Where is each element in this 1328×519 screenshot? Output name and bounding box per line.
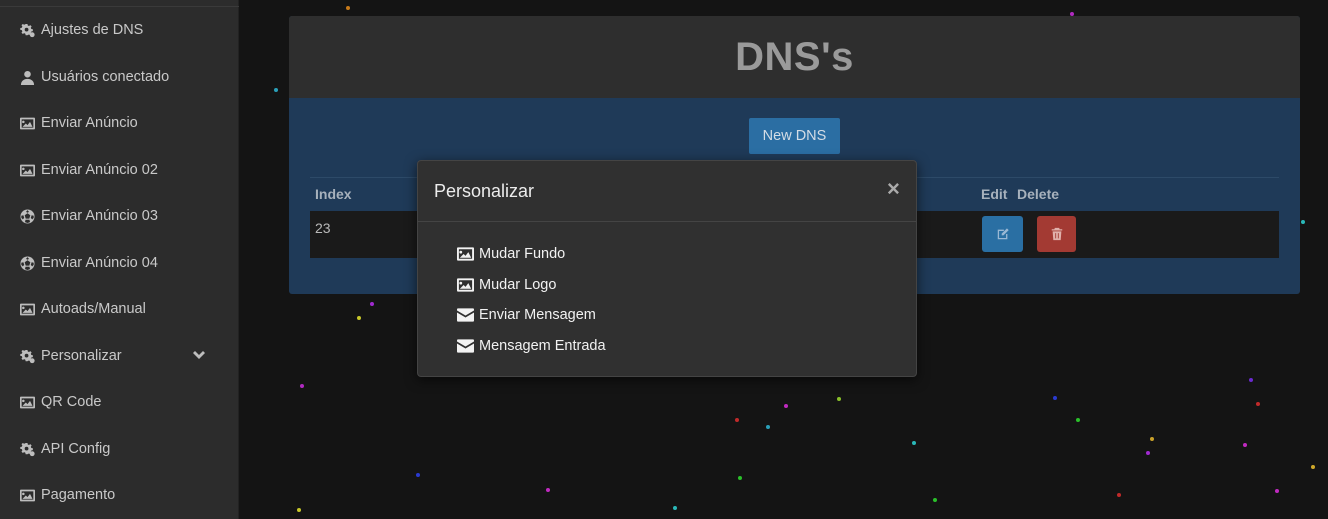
page-title: DNS's [735,34,854,79]
particle [274,88,278,92]
modal-item-label: Mudar Fundo [479,246,566,262]
particle [346,6,350,10]
chevron-down-icon[interactable] [191,348,207,364]
sidebar-item-label: Enviar Anúncio [41,115,138,131]
particle [1053,396,1057,400]
column-header-delete: Delete [1017,186,1060,202]
panel-header: DNS's [289,16,1300,98]
particle [1249,378,1253,382]
sidebar-item-enviar-anuncio[interactable]: Enviar Anúncio [0,100,239,146]
soccer-ball-icon [19,255,35,271]
envelope-icon [457,308,474,322]
image-icon [457,278,474,292]
particle [416,473,420,477]
modal-item-mudar-logo[interactable]: Mudar Logo [457,273,556,297]
particle [1275,489,1279,493]
sidebar: Ajustes de DNS Usuários conectado Enviar… [0,0,239,519]
modal-item-mensagem-entrada[interactable]: Mensagem Entrada [457,334,606,358]
particle [735,418,739,422]
sidebar-item-enviar-anuncio-04[interactable]: Enviar Anúncio 04 [0,240,239,286]
particle [933,498,937,502]
particle [673,506,677,510]
sidebar-item-api-config[interactable]: API Config [0,426,239,472]
modal-item-label: Mudar Logo [479,277,557,293]
sidebar-item-ajustes-de-dns[interactable]: Ajustes de DNS [0,7,239,53]
sidebar-item-usuarios-conectado[interactable]: Usuários conectado [0,54,239,100]
sidebar-item-enviar-anuncio-03[interactable]: Enviar Anúncio 03 [0,193,239,239]
particle [1076,418,1080,422]
dns-index-cell: 23 [315,220,331,236]
particle [784,404,788,408]
gears-icon [19,22,35,38]
particle [1243,443,1247,447]
sidebar-item-pagamento[interactable]: Pagamento [0,472,239,518]
particle [357,316,361,320]
sidebar-item-autoads-manual[interactable]: Autoads/Manual [0,286,239,332]
particle [297,508,301,512]
sidebar-item-label: Autoads/Manual [41,301,146,317]
sidebar-item-personalizar[interactable]: Personalizar [0,333,239,379]
particle [546,488,550,492]
sidebar-item-label: Enviar Anúncio 02 [41,162,158,178]
edit-button[interactable] [982,216,1023,252]
particle [766,425,770,429]
sidebar-item-label: API Config [41,441,111,457]
sidebar-item-label: Enviar Anúncio 04 [41,255,158,271]
soccer-ball-icon [19,208,35,224]
modal-item-label: Mensagem Entrada [479,338,606,354]
sidebar-top-divider [0,0,239,7]
image-icon [19,394,35,410]
sidebar-item-label: Usuários conectado [41,69,170,85]
image-icon [19,301,35,317]
particle [912,441,916,445]
modal-item-enviar-mensagem[interactable]: Enviar Mensagem [457,303,596,327]
image-icon [19,487,35,503]
sidebar-item-qr-code[interactable]: QR Code [0,379,239,425]
new-dns-button[interactable]: New DNS [749,118,840,154]
sidebar-item-label: Ajustes de DNS [41,22,144,38]
gears-icon [19,441,35,457]
particle [370,302,374,306]
column-header-edit: Edit [981,186,1008,202]
particle [1150,437,1154,441]
column-header-index: Index [315,186,352,202]
particle [300,384,304,388]
modal-title: Personalizar [434,181,535,201]
particle [837,397,841,401]
sidebar-item-label: Personalizar [41,348,122,364]
particle [1301,220,1305,224]
personalizar-modal: Personalizar × Mudar Fundo Mudar Logo En… [417,160,917,377]
image-icon [19,115,35,131]
sidebar-item-label: QR Code [41,394,102,410]
sidebar-item-enviar-anuncio-02[interactable]: Enviar Anúncio 02 [0,147,239,193]
modal-item-label: Enviar Mensagem [479,307,596,323]
particle [1311,465,1315,469]
trash-icon [1051,227,1062,241]
sidebar-item-label: Enviar Anúncio 03 [41,208,158,224]
image-icon [457,247,474,261]
user-icon [19,69,35,85]
modal-item-mudar-fundo[interactable]: Mudar Fundo [457,242,565,266]
particle [1256,402,1260,406]
delete-button[interactable] [1037,216,1076,252]
image-icon [19,162,35,178]
particle [1146,451,1150,455]
close-icon[interactable]: × [887,178,900,200]
gears-icon [19,348,35,364]
particle [738,476,742,480]
sidebar-item-label: Pagamento [41,487,116,503]
envelope-icon [457,339,474,353]
particle [1117,493,1121,497]
edit-icon [997,228,1009,240]
modal-header: Personalizar × [418,161,916,222]
